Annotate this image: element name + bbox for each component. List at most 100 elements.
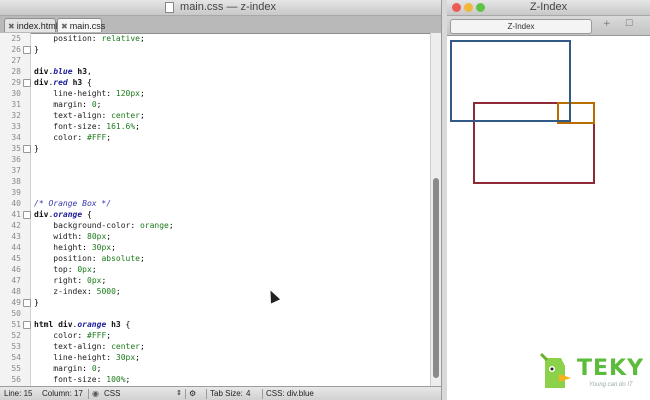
code-text: height: 30px; <box>53 243 116 252</box>
line-number: 53 <box>11 342 21 351</box>
page-viewport: Red Orange Blue <box>447 36 650 400</box>
gear-icon[interactable]: ⚙ <box>189 387 196 400</box>
tab-size-label: Tab Size: <box>210 389 243 398</box>
code-text: font-size: 161.6%; <box>53 122 140 131</box>
code-text: position: absolute; <box>53 254 145 263</box>
editor-tabbar: ✖ index.html ✖ main.css <box>0 16 441 34</box>
code-text: } <box>34 298 39 307</box>
line-number: 25 <box>11 34 21 43</box>
line-number: 43 <box>11 232 21 241</box>
code-text: position: relative; <box>53 34 145 43</box>
line-number: 51 <box>11 320 21 329</box>
line-number: 35 <box>11 144 21 153</box>
line-number: 26 <box>11 45 21 54</box>
browser-titlebar: Z-Index <box>447 0 650 16</box>
code-text: } <box>34 45 39 54</box>
language-icon: ◉ <box>92 389 99 398</box>
tab-index-html[interactable]: ✖ index.html <box>4 18 58 32</box>
editor-window: main.css — z-index ✖ index.html ✖ main.css… <box>0 0 442 400</box>
code-text: div.red h3 { <box>34 78 92 87</box>
code-text: width: 80px; <box>53 232 112 241</box>
fold-toggle-icon[interactable] <box>23 46 31 54</box>
fold-toggle-icon[interactable] <box>23 79 31 87</box>
line-number: 46 <box>11 265 21 274</box>
fold-toggle-icon[interactable] <box>23 211 31 219</box>
line-number: 55 <box>11 364 21 373</box>
line-number: 32 <box>11 111 21 120</box>
status-column: Column: 17 <box>42 389 83 398</box>
line-number: 50 <box>11 309 21 318</box>
code-text: z-index: 5000; <box>53 287 121 296</box>
code-text: margin: 0; <box>53 100 102 109</box>
line-number: 49 <box>11 298 21 307</box>
editor-titlebar: main.css — z-index <box>0 0 441 16</box>
bookmark-icon[interactable]: ☐ <box>625 19 633 29</box>
code-text: color: #FFF; <box>53 133 112 142</box>
line-number: 39 <box>11 188 21 197</box>
line-number: 47 <box>11 276 21 285</box>
editor-title: main.css — z-index <box>180 1 277 13</box>
code-text: font-size: 100%; <box>53 375 131 384</box>
code-text: right: 0px; <box>53 276 107 285</box>
code-text: text-align: center; <box>53 111 145 120</box>
language-selector[interactable]: CSS <box>104 387 120 400</box>
status-line: Line: 15 <box>4 389 33 398</box>
minimize-window-button[interactable] <box>464 3 473 12</box>
tab-size-value[interactable]: 4 <box>246 387 250 400</box>
line-number: 56 <box>11 375 21 384</box>
document-icon <box>164 1 174 13</box>
code-text: div.blue h3, <box>34 67 92 76</box>
code-text: color: #FFF; <box>53 331 112 340</box>
browser-toolbar: Z-Index + ☐ <box>447 16 650 36</box>
code-text: line-height: 30px; <box>53 353 140 362</box>
teky-watermark: TEKY Young can do IT <box>539 352 649 396</box>
line-number: 52 <box>11 331 21 340</box>
code-text: margin: 0; <box>53 364 102 373</box>
line-number: 41 <box>11 210 21 219</box>
line-number: 37 <box>11 166 21 175</box>
close-icon[interactable]: ✖ <box>8 22 15 31</box>
line-number: 54 <box>11 353 21 362</box>
line-number: 48 <box>11 287 21 296</box>
code-text: div.orange { <box>34 210 92 219</box>
line-number: 40 <box>11 199 21 208</box>
code-text: background-color: orange; <box>53 221 174 230</box>
line-number: 33 <box>11 122 21 131</box>
line-number: 36 <box>11 155 21 164</box>
line-number: 34 <box>11 133 21 142</box>
tab-main-css[interactable]: ✖ main.css <box>57 18 105 32</box>
line-number: 42 <box>11 221 21 230</box>
symbol-selector[interactable]: CSS: div.blue <box>266 387 314 400</box>
line-number: 28 <box>11 67 21 76</box>
browser-title: Z-Index <box>529 1 568 13</box>
blue-box: Blue <box>450 40 571 122</box>
line-number: 27 <box>11 56 21 65</box>
brand-tagline: Young can do IT <box>589 382 633 388</box>
line-number: 29 <box>11 78 21 87</box>
code-text: html div.orange h3 { <box>34 320 131 329</box>
code-area[interactable]: 25 position: relative; 26} 27 28 div.blue h3… <box>0 33 430 386</box>
chevron-updown-icon: ⇕ <box>176 390 182 397</box>
code-text: } <box>34 144 39 153</box>
line-number: 30 <box>11 89 21 98</box>
code-text: /* Orange Box */ <box>34 199 112 208</box>
status-bar: Line: 15 Column: 17 ◉ CSS ⇕ ⚙ Tab Size: … <box>0 386 441 400</box>
browser-tab[interactable]: Z-Index <box>450 19 592 34</box>
close-window-button[interactable] <box>452 3 461 12</box>
vertical-scrollbar[interactable] <box>430 33 441 386</box>
line-number: 45 <box>11 254 21 263</box>
new-tab-icon[interactable]: + <box>603 19 611 29</box>
zoom-window-button[interactable] <box>476 3 485 12</box>
line-number: 31 <box>11 100 21 109</box>
fold-toggle-icon[interactable] <box>23 299 31 307</box>
teky-logo-icon <box>539 352 571 388</box>
scroll-thumb[interactable] <box>433 178 439 378</box>
close-icon[interactable]: ✖ <box>61 22 68 31</box>
brand-name: TEKY <box>577 356 645 381</box>
code-text: text-align: center; <box>53 342 145 351</box>
browser-window: Z-Index Z-Index + ☐ Red Orange Blue TEKY… <box>447 0 650 400</box>
code-text: top: 0px; <box>53 265 97 274</box>
fold-toggle-icon[interactable] <box>23 145 31 153</box>
line-number: 44 <box>11 243 21 252</box>
fold-toggle-icon[interactable] <box>23 321 31 329</box>
